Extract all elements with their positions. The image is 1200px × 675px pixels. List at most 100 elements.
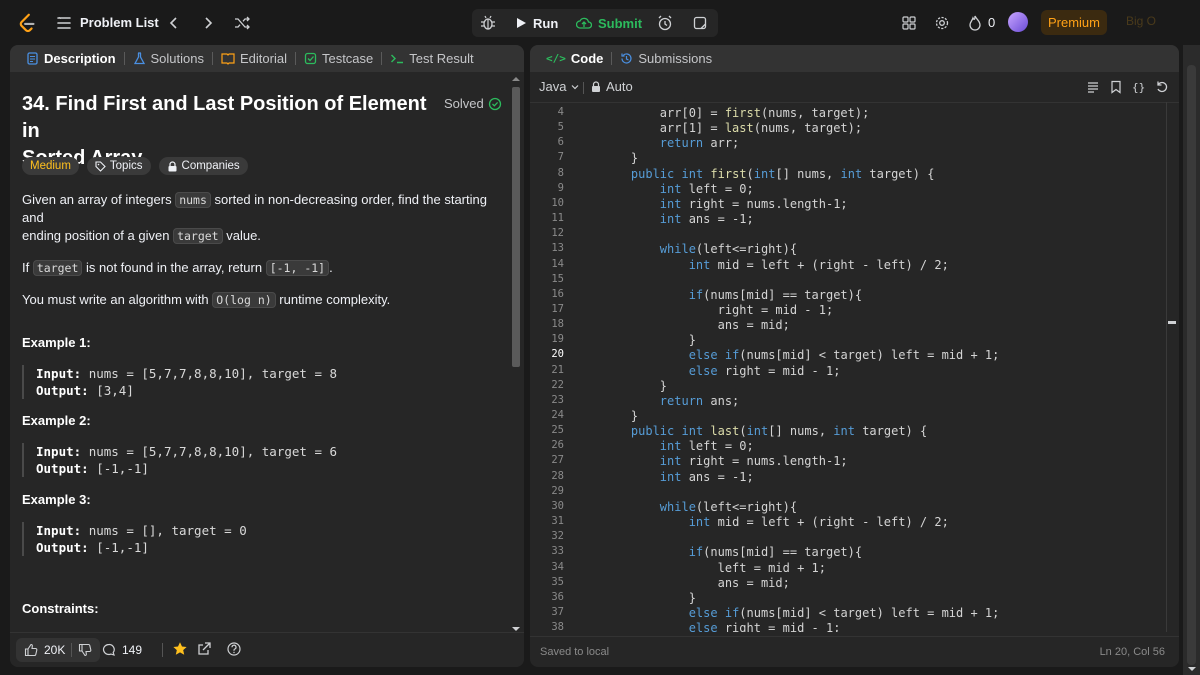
tab-code[interactable]: </> Code — [538, 45, 611, 72]
code-line[interactable]: 21 else right = mid - 1; — [530, 364, 1170, 379]
difficulty-badge[interactable]: Medium — [22, 157, 79, 175]
reset-icon[interactable] — [1155, 80, 1169, 94]
code-line[interactable]: 5 arr[1] = last(nums, target); — [530, 121, 1170, 136]
topics-tag[interactable]: Topics — [86, 157, 151, 175]
submit-button[interactable]: Submit — [566, 9, 652, 37]
prev-problem-button[interactable] — [160, 9, 188, 37]
code-line[interactable]: 30 while(left<=right){ — [530, 500, 1170, 515]
code-line[interactable]: 36 } — [530, 591, 1170, 606]
code-line[interactable]: 38 else right = mid - 1; — [530, 621, 1170, 632]
code-line[interactable]: 27 int right = nums.length-1; — [530, 454, 1170, 469]
description-paragraph-1: Given an array of integers nums sorted i… — [22, 191, 500, 245]
code-line[interactable]: 12 — [530, 227, 1170, 242]
bookmark-icon[interactable] — [1110, 80, 1122, 94]
next-problem-button[interactable] — [194, 9, 222, 37]
layout-button[interactable] — [895, 9, 923, 37]
settings-button[interactable] — [928, 9, 956, 37]
leetcode-logo[interactable] — [16, 0, 38, 45]
code-line[interactable]: 23 return ans; — [530, 394, 1170, 409]
inline-code: target — [32, 260, 83, 276]
tab-test-result[interactable]: Test Result — [382, 45, 481, 72]
code-line[interactable]: 13 while(left<=right){ — [530, 242, 1170, 257]
run-button[interactable]: Run — [505, 9, 568, 37]
code-text: return arr; — [659, 136, 740, 151]
language-select[interactable]: Java — [539, 79, 580, 94]
avatar[interactable] — [1008, 12, 1028, 32]
tab-description[interactable]: Description — [18, 45, 124, 72]
code-line[interactable]: 6 return arr; — [530, 136, 1170, 151]
code-line[interactable]: 35 ans = mid; — [530, 576, 1170, 591]
code-line[interactable]: 32 — [530, 530, 1170, 545]
code-line[interactable]: 28 int ans = -1; — [530, 470, 1170, 485]
code-text: public int first(int[] nums, int target)… — [630, 166, 935, 181]
favorite-button[interactable] — [172, 641, 188, 657]
line-number: 34 — [551, 560, 564, 573]
description-tabs: Description Solutions Editorial Testcase — [10, 45, 524, 72]
premium-button[interactable]: Premium — [1041, 10, 1107, 35]
tab-submissions[interactable]: Submissions — [612, 45, 720, 72]
braces-icon[interactable]: {} — [1132, 81, 1145, 94]
code-line[interactable]: 15 — [530, 273, 1170, 288]
streak-counter[interactable]: 0 — [968, 0, 995, 45]
code-line[interactable]: 26 int left = 0; — [530, 439, 1170, 454]
format-lines-icon[interactable] — [1086, 80, 1100, 94]
code-line[interactable]: 4 arr[0] = first(nums, target); — [530, 106, 1170, 121]
share-button[interactable] — [196, 641, 212, 657]
code-line[interactable]: 11 int ans = -1; — [530, 212, 1170, 227]
code-text: if(nums[mid] == target){ — [688, 287, 863, 302]
line-number: 22 — [551, 378, 564, 391]
line-number: 35 — [551, 575, 564, 588]
notes-button[interactable] — [686, 9, 714, 37]
code-line[interactable]: 14 int mid = left + (right - left) / 2; — [530, 258, 1170, 273]
help-button[interactable] — [226, 641, 242, 657]
code-line[interactable]: 22 } — [530, 379, 1170, 394]
window-scrollbar-thumb[interactable] — [1187, 65, 1196, 665]
flask-icon — [133, 52, 145, 65]
tag-row: Medium Topics Companies — [22, 157, 248, 175]
editor-scrollbar[interactable] — [1166, 102, 1177, 632]
code-line[interactable]: 10 int right = nums.length-1; — [530, 197, 1170, 212]
code-line[interactable]: 33 if(nums[mid] == target){ — [530, 545, 1170, 560]
line-number: 17 — [551, 302, 564, 315]
code-line[interactable]: 37 else if(nums[mid] < target) left = mi… — [530, 606, 1170, 621]
inline-code: O(log n) — [212, 292, 276, 308]
flame-icon — [969, 15, 981, 31]
chevron-right-icon — [205, 16, 213, 29]
code-line[interactable]: 9 int left = 0; — [530, 182, 1170, 197]
autocomplete-toggle[interactable]: Auto — [591, 79, 633, 94]
code-line[interactable]: 29 — [530, 485, 1170, 500]
timer-button[interactable] — [651, 9, 679, 37]
tab-editorial[interactable]: Editorial — [213, 45, 295, 72]
code-line[interactable]: 19 } — [530, 333, 1170, 348]
scroll-up-icon — [512, 77, 520, 81]
code-line[interactable]: 31 int mid = left + (right - left) / 2; — [530, 515, 1170, 530]
code-line[interactable]: 34 left = mid + 1; — [530, 561, 1170, 576]
code-line[interactable]: 8 public int first(int[] nums, int targe… — [530, 167, 1170, 182]
description-scrollbar[interactable] — [510, 75, 522, 635]
code-line[interactable]: 17 right = mid - 1; — [530, 303, 1170, 318]
code-line[interactable]: 20 else if(nums[mid] < target) left = mi… — [530, 348, 1170, 363]
window-scrollbar[interactable] — [1183, 45, 1200, 675]
scrollbar-thumb[interactable] — [512, 87, 520, 367]
companies-tag[interactable]: Companies — [158, 157, 248, 175]
leetcode-logo-icon — [19, 13, 35, 32]
text: is not found in the array, return — [82, 260, 266, 275]
code-line[interactable]: 16 if(nums[mid] == target){ — [530, 288, 1170, 303]
code-line[interactable]: 24 } — [530, 409, 1170, 424]
problem-title-line1: 34. Find First and Last Position of Elem… — [22, 93, 427, 142]
comments-button[interactable]: 149 — [102, 638, 142, 662]
problem-list-button[interactable]: Problem List — [56, 0, 159, 45]
line-number: 33 — [551, 545, 564, 558]
tab-editorial-label: Editorial — [240, 51, 287, 66]
like-button[interactable]: 20K — [16, 638, 101, 662]
random-problem-button[interactable] — [228, 9, 256, 37]
code-editor[interactable]: 4 arr[0] = first(nums, target); 5 arr[1] … — [530, 102, 1179, 632]
code-text: int right = nums.length-1; — [659, 454, 848, 469]
tab-testcase[interactable]: Testcase — [296, 45, 381, 72]
code-text: ans = mid; — [602, 575, 790, 590]
tab-solutions[interactable]: Solutions — [125, 45, 212, 72]
debug-button[interactable] — [474, 9, 502, 37]
code-line[interactable]: 18 ans = mid; — [530, 318, 1170, 333]
code-line[interactable]: 7 } — [530, 151, 1170, 166]
code-line[interactable]: 25 public int last(int[] nums, int targe… — [530, 424, 1170, 439]
